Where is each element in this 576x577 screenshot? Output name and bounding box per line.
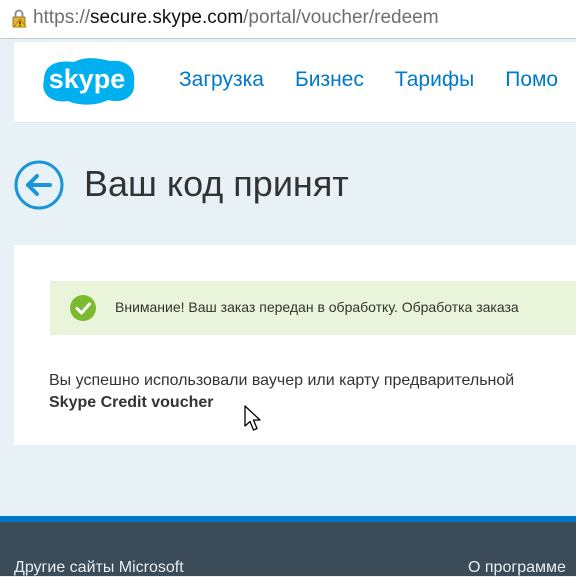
notice-banner: Внимание! Ваш заказ передан в обработку.… bbox=[50, 281, 576, 335]
nav-rates[interactable]: Тарифы bbox=[395, 68, 474, 92]
footer-link-microsoft-sites[interactable]: Другие сайты Microsoft bbox=[14, 559, 184, 577]
check-circle-icon bbox=[70, 295, 96, 321]
voucher-name: Skype Credit voucher bbox=[49, 394, 214, 411]
nav-help[interactable]: Помо bbox=[505, 68, 558, 92]
footer-link-about[interactable]: О программе bbox=[468, 559, 566, 577]
url-host: secure.skype.com bbox=[90, 7, 244, 28]
notice-text: Внимание! Ваш заказ передан в обработку.… bbox=[115, 299, 519, 315]
mouse-cursor-icon bbox=[244, 405, 261, 431]
content-card: Внимание! Ваш заказ передан в обработку.… bbox=[14, 245, 576, 445]
page-title: Ваш код принят bbox=[84, 163, 349, 204]
skype-logo[interactable]: skype bbox=[34, 52, 140, 108]
success-message: Вы успешно использовали ваучер или карту… bbox=[49, 372, 515, 389]
nav-download[interactable]: Загрузка bbox=[179, 68, 264, 92]
address-bar[interactable]: https://secure.skype.com/portal/voucher/… bbox=[0, 0, 576, 39]
arrow-left-circle-icon bbox=[26, 174, 52, 196]
url-path: /portal/voucher/redeem bbox=[243, 7, 439, 28]
site-header: skype Загрузка Бизнес Тарифы Помо bbox=[14, 42, 576, 123]
nav-business[interactable]: Бизнес bbox=[295, 68, 364, 92]
site-footer: Другие сайты Microsoft О программе bbox=[0, 522, 576, 576]
url-scheme: https:// bbox=[33, 7, 91, 28]
lock-warning-icon[interactable] bbox=[9, 8, 29, 28]
logo-text: skype bbox=[49, 64, 126, 94]
main-nav: Загрузка Бизнес Тарифы Помо bbox=[179, 68, 576, 92]
url-text[interactable]: https://secure.skype.com/portal/voucher/… bbox=[33, 6, 439, 30]
back-button[interactable] bbox=[13, 159, 65, 211]
